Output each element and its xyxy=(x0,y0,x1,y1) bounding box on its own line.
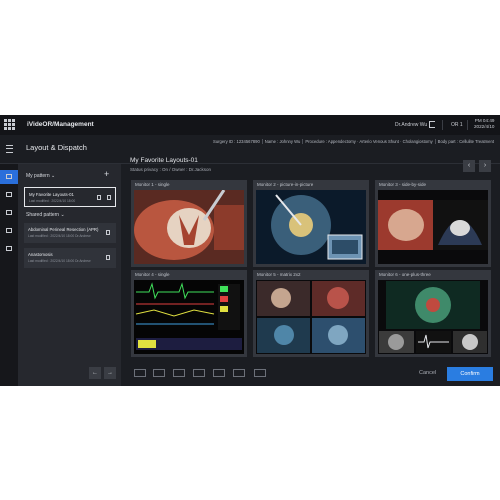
monitor-card[interactable]: Monitor 4 - single xyxy=(131,270,247,357)
pattern-meta: Last modified : 2022/4/10 18:00 xyxy=(29,199,76,203)
next-pattern-button[interactable]: → xyxy=(104,367,116,379)
app-window: iVideOR/Management Dr.Andrew Wu OR 1 PM … xyxy=(0,115,500,386)
layout-pip-button[interactable] xyxy=(153,369,165,377)
next-page-button[interactable]: › xyxy=(479,160,491,172)
monitor-card[interactable]: Monitor 6 - one-plus-three xyxy=(375,270,491,357)
shared-pattern-text: Shared pattern xyxy=(26,212,60,218)
pattern-item[interactable]: My Favorite Layouts-01 Last modified : 2… xyxy=(24,187,116,207)
monitor-label: Monitor 1 - single xyxy=(135,182,170,187)
vital-signs-thumbnail xyxy=(134,280,244,354)
my-pattern-text: My pattern xyxy=(26,173,50,179)
video-icon xyxy=(6,210,12,215)
prev-page-button[interactable]: ‹ xyxy=(463,160,475,172)
monitor-label: Monitor 6 - one-plus-three xyxy=(379,272,431,277)
copy-icon[interactable] xyxy=(106,230,110,235)
add-pattern-button[interactable]: + xyxy=(104,170,109,179)
app-logo: iVideOR/Management xyxy=(27,121,94,128)
surgical-video-thumbnail xyxy=(134,190,244,264)
monitor-label: Monitor 4 - single xyxy=(135,272,170,277)
divider xyxy=(467,120,468,130)
left-nav xyxy=(0,164,18,386)
room-label: OR 1 xyxy=(451,122,463,128)
nav-settings[interactable] xyxy=(0,224,18,238)
app-grid-icon[interactable] xyxy=(4,119,15,130)
endoscope-video-thumbnail xyxy=(256,190,366,264)
monitor-card[interactable]: Monitor 5 - matrix 2x2 xyxy=(253,270,369,357)
surgery-id: Surgery ID : 1234567890 xyxy=(211,139,263,144)
pattern-name: Abdominal Perineal Resection (APR) xyxy=(28,227,99,232)
monitor-card[interactable]: Monitor 3 - side-by-side xyxy=(375,180,491,267)
shared-pattern-item[interactable]: Abdominal Perineal Resection (APR) Last … xyxy=(24,223,116,243)
pattern-sidebar: My pattern ⌄ + My Favorite Layouts-01 La… xyxy=(18,164,121,386)
nav-list[interactable] xyxy=(0,188,18,202)
shared-pattern-label[interactable]: Shared pattern ⌄ xyxy=(26,212,65,218)
nav-archive[interactable] xyxy=(0,242,18,256)
layout-one-plus-three-button[interactable] xyxy=(213,369,225,377)
layout-title: My Favorite Layouts-01 xyxy=(130,157,198,164)
body-part: Body part : Cellulite Treatment xyxy=(437,139,494,144)
surgery-info: Surgery ID : 1234567890 Name : Johnny Wu P… xyxy=(211,139,496,144)
prev-pattern-button[interactable]: ← xyxy=(89,367,101,379)
logout-icon[interactable] xyxy=(429,121,435,128)
layout-status: Status privacy : On / Owner : Dr.Jackson xyxy=(130,167,212,172)
pattern-meta: Last modified : 2022/4/10 18:00 Dr.Andre… xyxy=(28,259,91,263)
matrix-2x2-thumbnail xyxy=(256,280,366,354)
menu-icon[interactable] xyxy=(6,145,13,153)
layout-grid-button[interactable] xyxy=(233,369,245,377)
user-name[interactable]: Dr.Andrew Wu xyxy=(395,122,427,128)
nav-layout-dispatch[interactable] xyxy=(0,170,18,184)
edit-icon[interactable] xyxy=(97,195,101,200)
sliders-icon xyxy=(6,228,12,233)
monitor-icon xyxy=(6,174,12,179)
my-pattern-label[interactable]: My pattern ⌄ xyxy=(26,173,55,179)
patient-name: Name : Johnny Wu xyxy=(262,139,304,144)
list-icon xyxy=(6,192,12,197)
page-title: Layout & Dispatch xyxy=(26,143,87,152)
layout-side-by-side-button[interactable] xyxy=(173,369,185,377)
monitor-label: Monitor 3 - side-by-side xyxy=(379,182,427,187)
nav-video[interactable] xyxy=(0,206,18,220)
monitor-card[interactable]: Monitor 1 - single xyxy=(131,180,247,267)
clock: PM 04:49 2022/4/10 xyxy=(474,118,494,130)
layout-custom-button[interactable] xyxy=(254,369,266,377)
copy-icon[interactable] xyxy=(106,255,110,260)
pattern-name: Anastomosis xyxy=(28,252,53,257)
shared-pattern-item[interactable]: Anastomosis Last modified : 2022/4/10 18… xyxy=(24,248,116,268)
confirm-button[interactable]: Confirm xyxy=(447,367,493,381)
layout-single-button[interactable] xyxy=(134,369,146,377)
divider xyxy=(442,120,443,130)
cancel-button[interactable]: Cancel xyxy=(419,370,436,376)
delete-icon[interactable] xyxy=(107,195,111,200)
monitor-label: Monitor 5 - matrix 2x2 xyxy=(257,272,301,277)
monitor-label: Monitor 2 - picture-in-picture xyxy=(257,182,314,187)
clock-date: 2022/4/10 xyxy=(474,124,495,129)
layout-matrix-button[interactable] xyxy=(193,369,205,377)
monitor-card[interactable]: Monitor 2 - picture-in-picture xyxy=(253,180,369,267)
archive-icon xyxy=(6,246,12,251)
side-by-side-thumbnail xyxy=(378,190,488,264)
procedure: Procedure : Appendectomy · Arterio Venou… xyxy=(303,139,436,144)
pattern-meta: Last modified : 2022/4/10 18:00 Dr.Andre… xyxy=(28,234,91,238)
one-plus-three-thumbnail xyxy=(378,280,488,354)
pattern-name: My Favorite Layouts-01 xyxy=(29,192,74,197)
top-bar: iVideOR/Management Dr.Andrew Wu OR 1 PM … xyxy=(0,115,500,135)
